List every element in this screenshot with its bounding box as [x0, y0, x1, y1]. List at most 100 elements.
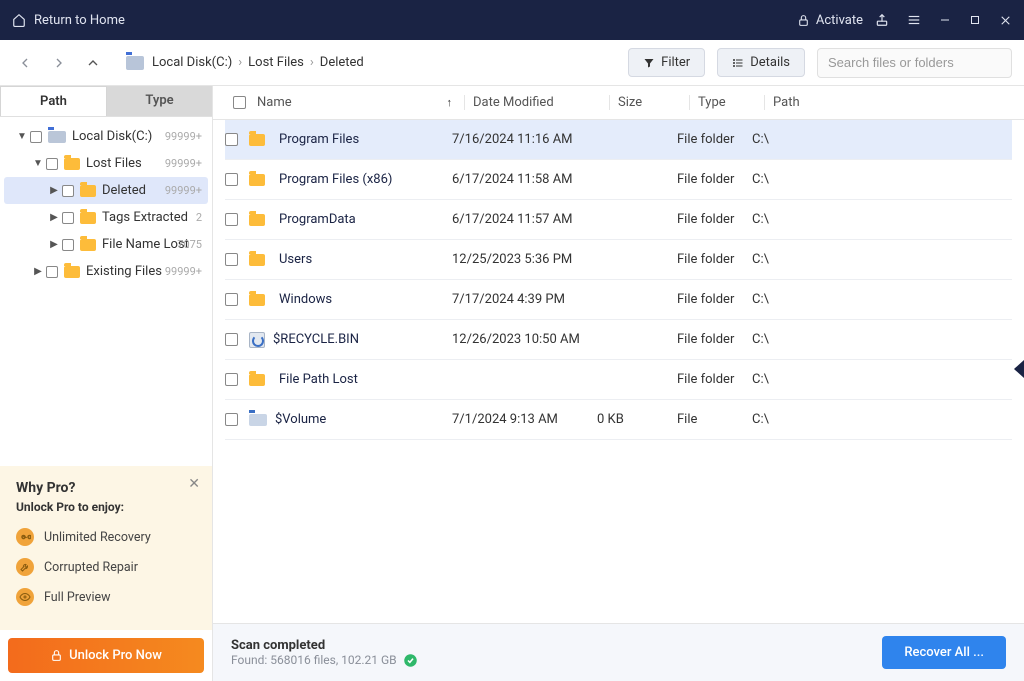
- checkbox[interactable]: [30, 131, 42, 143]
- maximize-icon[interactable]: [969, 14, 981, 26]
- header-path[interactable]: Path: [764, 95, 1024, 110]
- eye-icon: [16, 588, 34, 606]
- checkbox[interactable]: [225, 293, 238, 306]
- details-button[interactable]: Details: [717, 48, 805, 77]
- filter-button[interactable]: Filter: [628, 48, 705, 77]
- return-home-button[interactable]: Return to Home: [12, 13, 125, 28]
- minimize-icon[interactable]: [939, 14, 951, 26]
- header-type[interactable]: Type: [689, 95, 764, 110]
- side-panel-handle[interactable]: [1014, 360, 1024, 378]
- forward-button[interactable]: [46, 50, 72, 76]
- checkbox[interactable]: [225, 253, 238, 266]
- breadcrumb-item[interactable]: Lost Files: [248, 55, 304, 70]
- folder-icon: [80, 185, 96, 197]
- checkbox[interactable]: [225, 413, 238, 426]
- checkbox[interactable]: [62, 185, 74, 197]
- sort-asc-icon[interactable]: ↑: [447, 96, 453, 109]
- table-row[interactable]: ProgramData6/17/2024 11:57 AMFile folder…: [225, 200, 1012, 240]
- home-icon: [12, 13, 26, 27]
- disk-icon: [48, 131, 66, 143]
- main: Path Type ▼ Local Disk(C:) 99999+ ▼ Lost…: [0, 86, 1024, 681]
- checkbox[interactable]: [62, 212, 74, 224]
- tree-existing[interactable]: ▶ Existing Files 99999+: [4, 258, 208, 285]
- checkbox[interactable]: [225, 333, 238, 346]
- checkbox[interactable]: [46, 158, 58, 170]
- recover-all-button[interactable]: Recover All ...: [882, 636, 1006, 669]
- chevron-right-icon[interactable]: ▶: [32, 266, 44, 277]
- header-checkbox[interactable]: [225, 96, 249, 109]
- promo-feature: Corrupted Repair: [16, 558, 196, 576]
- file-name: Program Files (x86): [279, 172, 392, 187]
- file-name: File Path Lost: [279, 372, 358, 387]
- promo-feature: Full Preview: [16, 588, 196, 606]
- tab-path[interactable]: Path: [0, 86, 107, 116]
- share-icon[interactable]: [875, 13, 889, 27]
- table-row[interactable]: $Volume7/1/2024 9:13 AM0 KBFileC:\: [225, 400, 1012, 440]
- close-icon[interactable]: ✕: [188, 476, 200, 492]
- file-path: C:\: [752, 412, 1012, 427]
- tree-tags[interactable]: ▶ Tags Extracted 2: [4, 204, 208, 231]
- lock-icon: [797, 14, 810, 27]
- table-row[interactable]: Program Files7/16/2024 11:16 AMFile fold…: [225, 120, 1012, 160]
- promo-feature-label: Unlimited Recovery: [44, 530, 151, 545]
- unlock-pro-button[interactable]: Unlock Pro Now: [8, 638, 204, 673]
- list-icon: [732, 57, 744, 69]
- details-label: Details: [750, 55, 790, 70]
- checkbox[interactable]: [62, 239, 74, 251]
- file-date: 12/25/2023 5:36 PM: [452, 252, 597, 267]
- window-controls: [875, 13, 1012, 27]
- search-input[interactable]: [828, 55, 1004, 70]
- checkbox[interactable]: [225, 133, 238, 146]
- back-button[interactable]: [12, 50, 38, 76]
- chevron-down-icon[interactable]: ▼: [32, 158, 44, 169]
- close-icon[interactable]: [999, 14, 1012, 27]
- file-path: C:\: [752, 372, 1012, 387]
- search-box[interactable]: [817, 48, 1012, 78]
- tree-filename-lost[interactable]: ▶ File Name Lost 7075: [4, 231, 208, 258]
- file-date: 7/1/2024 9:13 AM: [452, 412, 597, 427]
- table-header: Name↑ Date Modified Size Type Path: [213, 86, 1024, 120]
- header-name[interactable]: Name↑: [249, 95, 464, 110]
- file-type: File folder: [677, 212, 752, 227]
- chevron-right-icon[interactable]: ▶: [48, 239, 60, 250]
- table-row[interactable]: Users12/25/2023 5:36 PMFile folderC:\: [225, 240, 1012, 280]
- chevron-down-icon[interactable]: ▼: [16, 131, 28, 142]
- checkbox[interactable]: [225, 173, 238, 186]
- breadcrumb-item[interactable]: Deleted: [320, 55, 364, 70]
- header-date[interactable]: Date Modified: [464, 95, 609, 110]
- header-size[interactable]: Size: [609, 95, 689, 110]
- file-date: 7/17/2024 4:39 PM: [452, 292, 597, 307]
- table-row[interactable]: File Path LostFile folderC:\: [225, 360, 1012, 400]
- activate-button[interactable]: Activate: [797, 13, 863, 28]
- file-type: File folder: [677, 332, 752, 347]
- up-button[interactable]: [80, 50, 106, 76]
- chevron-right-icon[interactable]: ▶: [48, 212, 60, 223]
- table-row[interactable]: Program Files (x86)6/17/2024 11:58 AMFil…: [225, 160, 1012, 200]
- checkbox[interactable]: [46, 266, 58, 278]
- tree-count: 99999+: [165, 265, 202, 278]
- file-name: $Volume: [275, 412, 326, 427]
- table-row[interactable]: $RECYCLE.BIN12/26/2023 10:50 AMFile fold…: [225, 320, 1012, 360]
- return-home-label: Return to Home: [34, 13, 125, 28]
- menu-icon[interactable]: [907, 13, 921, 27]
- file-date: 6/17/2024 11:57 AM: [452, 212, 597, 227]
- tree-deleted[interactable]: ▶ Deleted 99999+: [4, 177, 208, 204]
- breadcrumb: Local Disk(C:) › Lost Files › Deleted: [152, 55, 364, 70]
- infinity-icon: [16, 528, 34, 546]
- file-name: Users: [279, 252, 312, 267]
- file-path: C:\: [752, 212, 1012, 227]
- checkbox[interactable]: [225, 373, 238, 386]
- folder-icon: [249, 294, 265, 306]
- file-name: Windows: [279, 292, 332, 307]
- checkbox[interactable]: [225, 213, 238, 226]
- folder-icon: [249, 254, 265, 266]
- folder-icon: [249, 214, 265, 226]
- tab-type[interactable]: Type: [107, 86, 212, 116]
- tree-lost-files[interactable]: ▼ Lost Files 99999+: [4, 150, 208, 177]
- table-body: Program Files7/16/2024 11:16 AMFile fold…: [213, 120, 1024, 623]
- chevron-right-icon[interactable]: ▶: [48, 185, 60, 196]
- file-path: C:\: [752, 292, 1012, 307]
- breadcrumb-item[interactable]: Local Disk(C:): [152, 55, 232, 70]
- tree-local-disk[interactable]: ▼ Local Disk(C:) 99999+: [4, 123, 208, 150]
- table-row[interactable]: Windows7/17/2024 4:39 PMFile folderC:\: [225, 280, 1012, 320]
